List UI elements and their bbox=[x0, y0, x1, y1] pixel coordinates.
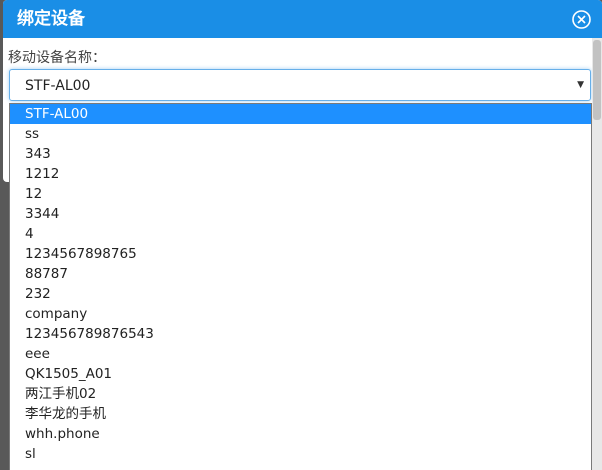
dropdown-option[interactable]: 232 bbox=[10, 284, 591, 304]
dialog-header: 绑定设备 bbox=[3, 0, 602, 38]
dropdown-option[interactable]: 123456789876543 bbox=[10, 324, 591, 344]
device-dropdown-list: STF-AL00 ss 343 1212 12 3344 4 123456789… bbox=[9, 103, 592, 470]
chevron-down-icon[interactable]: ▼ bbox=[577, 78, 584, 92]
dropdown-option[interactable]: whh.phone bbox=[10, 424, 591, 444]
dropdown-option[interactable]: eee bbox=[10, 344, 591, 364]
dropdown-option[interactable]: 1212 bbox=[10, 164, 591, 184]
dropdown-option[interactable]: 1234567898765 bbox=[10, 244, 591, 264]
dropdown-option[interactable]: sl bbox=[10, 444, 591, 464]
dropdown-option[interactable]: 88787 bbox=[10, 264, 591, 284]
device-select-value: STF-AL00 bbox=[25, 78, 91, 94]
device-name-label: 移动设备名称： bbox=[8, 50, 106, 66]
dropdown-option[interactable]: 343 bbox=[10, 144, 591, 164]
dropdown-option[interactable]: 李华龙的手机 bbox=[10, 404, 591, 424]
dropdown-option[interactable]: QK1505_A01 bbox=[10, 364, 591, 384]
scrollbar[interactable] bbox=[592, 38, 602, 470]
dropdown-option[interactable]: STF-AL00 bbox=[10, 104, 591, 124]
scrollbar-thumb[interactable] bbox=[593, 40, 601, 120]
dialog-title: 绑定设备 bbox=[17, 9, 85, 29]
close-icon[interactable] bbox=[571, 9, 592, 30]
device-select[interactable]: STF-AL00 ▼ bbox=[9, 69, 591, 101]
dropdown-option[interactable]: 12 bbox=[10, 184, 591, 204]
dropdown-option[interactable]: 4 bbox=[10, 224, 591, 244]
dropdown-option[interactable]: 3344 bbox=[10, 204, 591, 224]
dropdown-option[interactable]: company bbox=[10, 304, 591, 324]
dropdown-option[interactable]: 两江手机02 bbox=[10, 384, 591, 404]
dropdown-option[interactable]: ss bbox=[10, 124, 591, 144]
